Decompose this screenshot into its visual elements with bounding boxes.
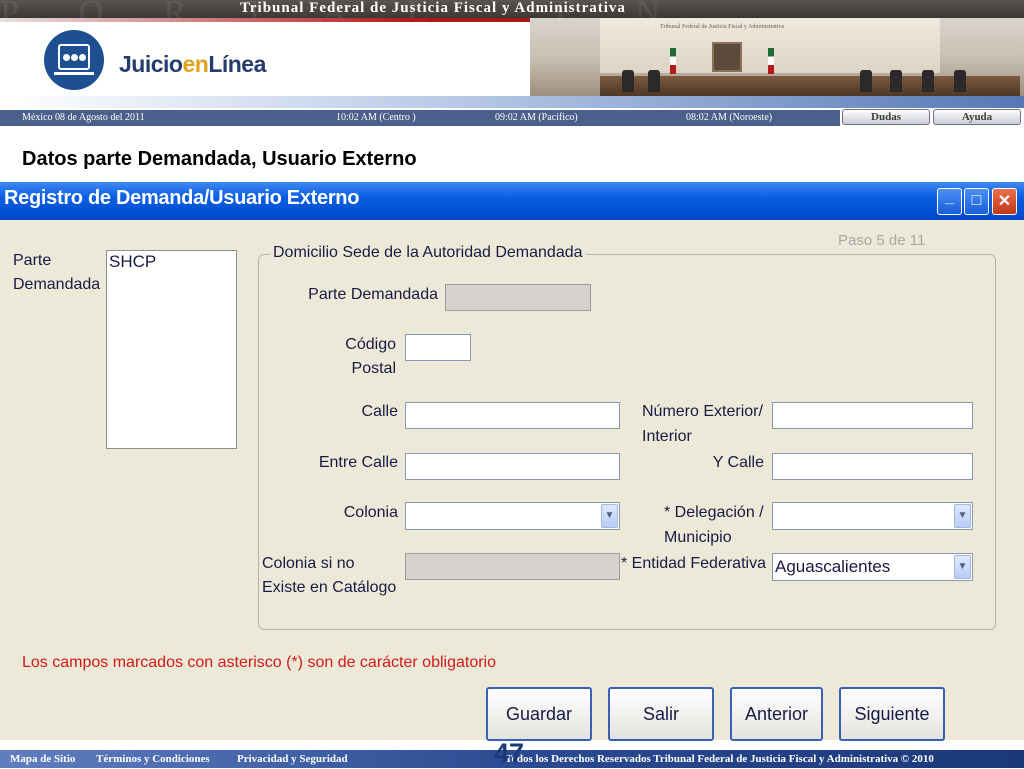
colonia-no-catalogo-field[interactable] xyxy=(405,553,620,580)
privacidad-link[interactable]: Privacidad y Seguridad xyxy=(237,753,348,765)
parte-demandada-list-label-line1: Parte xyxy=(13,252,52,269)
minimize-button[interactable]: _ xyxy=(937,188,962,215)
logo-suffix: Línea xyxy=(208,51,266,77)
current-date: México 08 de Agosto del 2011 xyxy=(22,112,145,123)
logo-person-dot xyxy=(79,54,86,61)
parte-demandada-label: Parte Demandada xyxy=(308,286,438,303)
entidad-federativa-select[interactable]: Aguascalientes ▼ xyxy=(772,553,973,581)
logo-screen-base xyxy=(54,72,94,75)
colonia-select[interactable]: ▼ xyxy=(405,502,620,530)
close-button[interactable]: ✕ xyxy=(992,188,1017,215)
numero-exterior-field[interactable] xyxy=(772,402,973,429)
banner-title: Tribunal Federal de Justicia Fiscal y Ad… xyxy=(240,0,626,16)
parte-demandada-listbox[interactable]: SHCP xyxy=(106,250,237,449)
logo-person-dot xyxy=(71,54,78,61)
parte-demandada-field[interactable] xyxy=(445,284,591,311)
chair-icon xyxy=(860,70,872,92)
delegacion-select[interactable]: ▼ xyxy=(772,502,973,530)
banner-blue-sweep xyxy=(0,96,1024,108)
entidad-federativa-label: * Entidad Federativa xyxy=(621,555,766,572)
domicilio-groupbox-title: Domicilio Sede de la Autoridad Demandada xyxy=(270,244,586,262)
logo-screen-shape xyxy=(58,44,90,70)
codigo-postal-label-line2: Postal xyxy=(351,360,396,377)
juicio-en-linea-logo-icon xyxy=(44,30,104,90)
courtroom-plaque: Tribunal Federal de Justicia Fiscal y Ad… xyxy=(660,24,785,30)
chevron-down-icon[interactable]: ▼ xyxy=(954,555,971,579)
flag-icon xyxy=(670,48,676,74)
banner-title-strip: PORTAL EN LÍNEA Tribunal Federal de Just… xyxy=(0,0,1024,69)
courtroom-portrait xyxy=(712,42,742,72)
entre-calle-field[interactable] xyxy=(405,453,620,480)
terminos-link[interactable]: Términos y Condiciones xyxy=(96,753,210,765)
required-fields-warning: Los campos marcados con asterisco (*) so… xyxy=(22,654,496,671)
chevron-down-icon[interactable]: ▼ xyxy=(601,504,618,528)
colonia-no-catalogo-label-line1: Colonia si no xyxy=(262,555,355,572)
close-icon: ✕ xyxy=(997,193,1012,210)
maximize-button[interactable]: □ xyxy=(964,188,989,215)
colonia-label: Colonia xyxy=(343,504,398,521)
codigo-postal-field[interactable] xyxy=(405,334,471,361)
derechos-reservados: Todos los Derechos Reservados Tribunal F… xyxy=(505,753,934,765)
dudas-button[interactable]: Dudas xyxy=(842,109,930,125)
logo-en: en xyxy=(182,51,209,77)
chevron-down-icon[interactable]: ▼ xyxy=(954,504,971,528)
siguiente-button[interactable]: Siguiente xyxy=(839,687,945,741)
numero-exterior-label-line1: Número Exterior/ xyxy=(642,403,763,420)
calle-label: Calle xyxy=(361,403,398,420)
ayuda-button[interactable]: Ayuda xyxy=(933,109,1021,125)
step-indicator: Paso 5 de 11 xyxy=(838,232,926,249)
entidad-federativa-value: Aguascalientes xyxy=(775,557,891,576)
time-centro: 10:02 AM (Centro ) xyxy=(336,112,416,123)
slide-heading: Datos parte Demandada, Usuario Externo xyxy=(22,148,417,170)
chair-icon xyxy=(648,70,660,92)
numero-exterior-label-line2: Interior xyxy=(642,428,692,445)
list-item[interactable]: SHCP xyxy=(107,251,236,273)
logo-person-dot xyxy=(63,54,70,61)
entre-calle-label: Entre Calle xyxy=(318,454,398,471)
maximize-icon: □ xyxy=(971,192,982,209)
salir-button[interactable]: Salir xyxy=(608,687,714,741)
y-calle-field[interactable] xyxy=(772,453,973,480)
minimize-icon: _ xyxy=(945,189,954,206)
chair-icon xyxy=(954,70,966,92)
flag-icon xyxy=(768,48,774,74)
time-pacifico: 09:02 AM (Pacifico) xyxy=(495,112,578,123)
delegacion-label-line2: Municipio xyxy=(664,529,732,546)
window-title: Registro de Demanda/Usuario Externo xyxy=(4,187,360,209)
y-calle-label: Y Calle xyxy=(712,454,764,471)
time-noroeste: 08:02 AM (Noroeste) xyxy=(686,112,773,123)
calle-field[interactable] xyxy=(405,402,620,429)
codigo-postal-label-line1: Código xyxy=(345,336,396,353)
courtroom-photo: Tribunal Federal de Justicia Fiscal y Ad… xyxy=(530,18,1024,98)
logo-wordmark: JuicioenLínea xyxy=(119,51,266,78)
date-time-bar: México 08 de Agosto del 2011 10:02 AM (C… xyxy=(0,110,840,126)
parte-demandada-list-label-line2: Demandada xyxy=(13,276,101,293)
logo-prefix: Juicio xyxy=(119,51,183,77)
anterior-button[interactable]: Anterior xyxy=(730,687,823,741)
window-title-bar[interactable]: Registro de Demanda/Usuario Externo _ □ … xyxy=(0,182,1024,220)
slide-number: 47 xyxy=(494,738,525,768)
chair-icon xyxy=(922,70,934,92)
site-banner: PORTAL EN LÍNEA Tribunal Federal de Just… xyxy=(0,0,1024,110)
colonia-no-catalogo-label-line2: Existe en Catálogo xyxy=(262,579,397,596)
chair-icon xyxy=(622,70,634,92)
mapa-de-sitio-link[interactable]: Mapa de Sitio xyxy=(10,753,75,765)
delegacion-label-line1: * Delegación / xyxy=(664,504,764,521)
chair-icon xyxy=(890,70,902,92)
guardar-button[interactable]: Guardar xyxy=(486,687,592,741)
